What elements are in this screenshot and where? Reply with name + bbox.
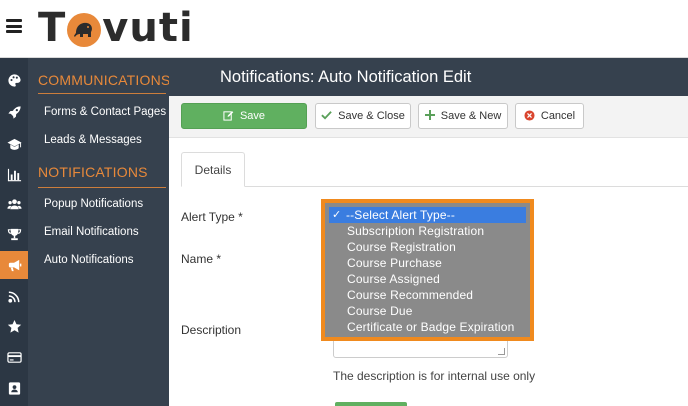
megaphone-icon[interactable] (0, 251, 28, 279)
graduation-cap-icon[interactable] (0, 130, 28, 158)
logo-elephant-icon (67, 13, 102, 47)
hamburger-menu-icon[interactable] (6, 19, 22, 33)
option-label: --Select Alert Type-- (346, 208, 455, 222)
partially-visible-button[interactable] (335, 402, 407, 406)
description-help-text: The description is for internal use only (333, 369, 536, 383)
alert-type-option-select[interactable]: ✓ --Select Alert Type-- (329, 207, 526, 223)
save-close-label: Save & Close (338, 110, 405, 122)
alert-type-option-course-registration[interactable]: Course Registration (329, 239, 526, 255)
communications-divider (38, 93, 166, 94)
nav-item-email-notifications[interactable]: Email Notifications (44, 226, 139, 238)
contact-card-icon[interactable] (0, 374, 28, 402)
description-label: Description (181, 323, 242, 337)
tab-bar-line (181, 186, 688, 187)
logo-text-start: T (38, 5, 67, 51)
cancel-button[interactable]: Cancel (515, 103, 584, 129)
notifications-section-title: NOTIFICATIONS (38, 164, 148, 180)
tovuti-logo[interactable]: T vuti (38, 6, 194, 50)
trophy-icon[interactable] (0, 220, 28, 248)
save-new-button[interactable]: Save & New (418, 103, 508, 129)
cancel-x-icon (524, 109, 535, 123)
alert-type-option-course-recommended[interactable]: Course Recommended (329, 287, 526, 303)
alert-type-options: ✓ --Select Alert Type-- Subscription Reg… (329, 207, 526, 335)
plus-icon (424, 110, 435, 122)
nav-item-forms-contact-pages[interactable]: Forms & Contact Pages (44, 106, 166, 118)
alert-type-dropdown[interactable]: ✓ --Select Alert Type-- Subscription Reg… (321, 199, 534, 341)
rocket-icon[interactable] (0, 98, 28, 126)
alert-type-option-certificate-badge-expiration[interactable]: Certificate or Badge Expiration (329, 319, 526, 335)
page-title: Notifications: Auto Notification Edit (220, 68, 472, 86)
save-label: Save (239, 110, 266, 122)
top-header: T vuti (0, 0, 688, 58)
checkmark-icon: ✓ (332, 209, 342, 221)
alert-type-option-course-assigned[interactable]: Course Assigned (329, 271, 526, 287)
save-button[interactable]: Save (181, 103, 307, 129)
palette-icon[interactable] (0, 66, 28, 94)
communications-section-title: COMMUNICATIONS (38, 72, 171, 88)
alert-type-option-subscription-registration[interactable]: Subscription Registration (329, 223, 526, 239)
sub-navigation: COMMUNICATIONS Forms & Contact Pages Lea… (28, 58, 171, 406)
star-icon[interactable] (0, 312, 28, 340)
nav-item-popup-notifications[interactable]: Popup Notifications (44, 198, 143, 210)
save-close-button[interactable]: Save & Close (315, 103, 411, 129)
tab-details[interactable]: Details (181, 152, 245, 187)
alert-type-option-course-purchase[interactable]: Course Purchase (329, 255, 526, 271)
checkmark-icon (321, 110, 332, 122)
notifications-divider (38, 187, 166, 188)
action-toolbar: Save Save & Close Save & New Cancel (169, 96, 688, 138)
resize-grip-icon[interactable] (498, 348, 505, 355)
bar-chart-icon[interactable] (0, 160, 28, 188)
nav-item-auto-notifications[interactable]: Auto Notifications (44, 254, 134, 266)
alert-type-label: Alert Type * (181, 210, 243, 224)
signal-icon[interactable] (0, 282, 28, 310)
alert-type-option-course-due[interactable]: Course Due (329, 303, 526, 319)
save-new-label: Save & New (440, 110, 502, 122)
edit-icon (223, 110, 234, 123)
cancel-label: Cancel (540, 110, 576, 122)
name-label: Name * (181, 252, 222, 266)
credit-card-icon[interactable] (0, 343, 28, 371)
users-icon[interactable] (0, 190, 28, 218)
icon-rail (0, 58, 28, 406)
nav-item-leads-messages[interactable]: Leads & Messages (44, 134, 142, 146)
logo-text-end: vuti (102, 5, 194, 51)
page-title-bar: Notifications: Auto Notification Edit (169, 58, 688, 96)
